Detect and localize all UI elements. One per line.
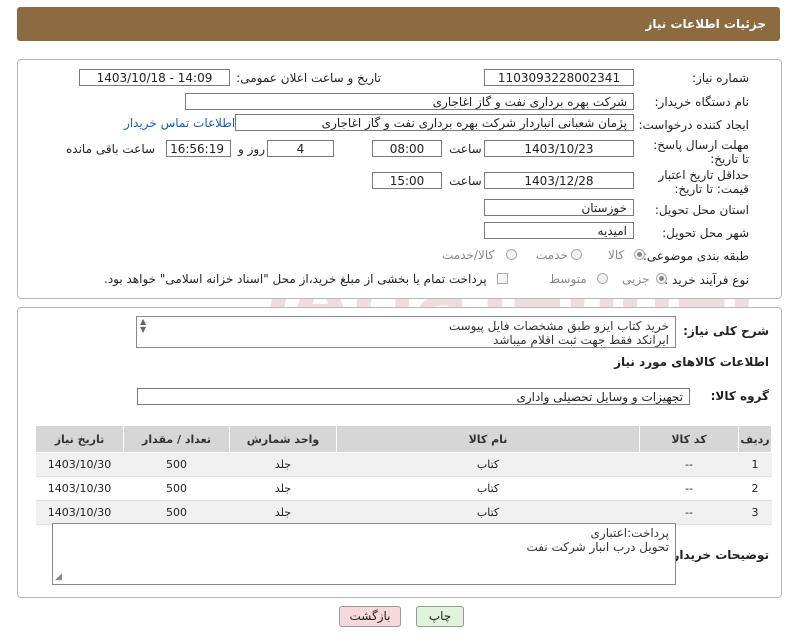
days-label: روز و bbox=[238, 142, 265, 156]
process-radio-medium[interactable] bbox=[597, 273, 608, 284]
description-line-2: ایرانکد فقط جهت ثبت اقلام میباشد bbox=[493, 333, 669, 347]
city-label: شهر محل تحویل: bbox=[662, 226, 749, 240]
col-unit-header: واحد شمارش bbox=[229, 425, 337, 453]
buyer-notes-line-1: پرداخت:اعتباری bbox=[590, 526, 669, 540]
cell-name: کتاب bbox=[336, 452, 640, 477]
buyer-notes-label: توضیحات خریدار: bbox=[667, 548, 769, 562]
province-label: استان محل تحویل: bbox=[654, 203, 749, 217]
goods-group-field[interactable]: تجهیزات و وسایل تحصیلی واداری bbox=[137, 388, 690, 405]
table-header-row: ردیف کد کالا نام کالا واحد شمارش تعداد /… bbox=[35, 425, 772, 453]
buyer-label: نام دستگاه خریدار: bbox=[654, 95, 750, 109]
cell-qty: 500 bbox=[123, 452, 230, 477]
process-option-medium: متوسط bbox=[549, 272, 587, 286]
treasury-note: پرداخت تمام یا بخشی از مبلغ خرید،از محل … bbox=[104, 272, 487, 286]
cell-row: 3 bbox=[738, 500, 772, 525]
cell-row: 2 bbox=[738, 476, 772, 501]
col-name-header: نام کالا bbox=[336, 425, 640, 453]
goods-section-title: اطلاعات کالاهای مورد نیاز bbox=[614, 355, 769, 369]
cell-date: 1403/10/30 bbox=[35, 500, 124, 525]
col-qty-header: تعداد / مقدار bbox=[123, 425, 230, 453]
buyer-contact-link[interactable]: اطلاعات تماس خریدار bbox=[124, 116, 235, 130]
category-option-goods: کالا bbox=[608, 248, 625, 262]
description-line-1: خرید کتاب ایزو طبق مشخصات فایل پیوست bbox=[448, 319, 669, 333]
table-row[interactable]: 3 -- کتاب جلد 500 1403/10/30 bbox=[35, 500, 772, 525]
days-remaining-field[interactable]: 4 bbox=[267, 140, 334, 157]
price-time-label: ساعت bbox=[449, 174, 482, 188]
cell-row: 1 bbox=[738, 452, 772, 477]
process-label: نوع فرآیند خرید : bbox=[664, 273, 749, 287]
creator-label: ایجاد کننده درخواست: bbox=[638, 118, 749, 132]
reply-time-field[interactable]: 08:00 bbox=[372, 140, 442, 157]
cell-qty: 500 bbox=[123, 476, 230, 501]
page-header: جزئیات اطلاعات نیاز bbox=[17, 7, 780, 41]
remaining-label: ساعت باقی مانده bbox=[66, 142, 156, 156]
description-textarea[interactable]: خرید کتاب ایزو طبق مشخصات فایل پیوست ایر… bbox=[136, 316, 676, 348]
reply-deadline-label: مهلت ارسال پاسخ: تا تاریخ: bbox=[653, 138, 749, 166]
cell-unit: جلد bbox=[229, 452, 337, 477]
category-radio-goods[interactable] bbox=[634, 249, 645, 260]
cell-name: کتاب bbox=[336, 500, 640, 525]
price-deadline-label: حداقل تاریخ اعتبار قیمت: تا تاریخ: bbox=[658, 168, 749, 196]
announce-label: تاریخ و ساعت اعلان عمومی: bbox=[236, 71, 381, 85]
remaining-time-field[interactable]: 16:56:19 bbox=[166, 140, 231, 157]
city-field[interactable]: امیدیه bbox=[484, 222, 634, 239]
print-button[interactable]: چاپ bbox=[416, 606, 464, 627]
cell-date: 1403/10/30 bbox=[35, 476, 124, 501]
province-field[interactable]: خوزستان bbox=[484, 199, 634, 216]
reply-time-label: ساعت bbox=[449, 142, 482, 156]
cell-name: کتاب bbox=[336, 476, 640, 501]
col-row-header: ردیف bbox=[738, 425, 772, 453]
process-radio-minor[interactable] bbox=[656, 273, 667, 284]
treasury-checkbox[interactable] bbox=[497, 273, 508, 284]
price-date-field[interactable]: 1403/12/28 bbox=[484, 172, 634, 189]
table-row[interactable]: 1 -- کتاب جلد 500 1403/10/30 bbox=[35, 452, 772, 477]
creator-field[interactable]: پژمان شعبانی انباردار شرکت بهره برداری ن… bbox=[235, 114, 634, 131]
table-row[interactable]: 2 -- کتاب جلد 500 1403/10/30 bbox=[35, 476, 772, 501]
cell-unit: جلد bbox=[229, 476, 337, 501]
buyer-notes-line-2: تحویل درب انبار شرکت نفت bbox=[526, 540, 669, 554]
goods-table: ردیف کد کالا نام کالا واحد شمارش تعداد /… bbox=[35, 425, 772, 525]
category-option-both: کالا/خدمت bbox=[442, 248, 495, 262]
back-button[interactable]: بازگشت bbox=[339, 606, 401, 627]
process-option-minor: جزیی bbox=[622, 272, 650, 286]
col-code-header: کد کالا bbox=[639, 425, 739, 453]
need-number-label: شماره نیاز: bbox=[692, 71, 749, 85]
cell-unit: جلد bbox=[229, 500, 337, 525]
goods-group-label: گروه کالا: bbox=[710, 389, 769, 403]
buyer-field[interactable]: شرکت بهره برداری نفت و گاز اغاجاری bbox=[185, 93, 634, 110]
col-date-header: تاریخ نیاز bbox=[35, 425, 124, 453]
need-number-field[interactable]: 1103093228002341 bbox=[484, 69, 634, 86]
category-radio-both[interactable] bbox=[506, 249, 517, 260]
buyer-notes-textarea[interactable]: پرداخت:اعتباری تحویل درب انبار شرکت نفت bbox=[52, 523, 676, 585]
announce-datetime-field[interactable]: 1403/10/18 - 14:09 bbox=[79, 69, 230, 86]
page-title: جزئیات اطلاعات نیاز bbox=[645, 17, 766, 31]
cell-code: -- bbox=[639, 476, 739, 501]
reply-date-field[interactable]: 1403/10/23 bbox=[484, 140, 634, 157]
resize-handle-icon[interactable]: ◢ bbox=[55, 572, 62, 582]
category-label: طبقه بندی موضوعی: bbox=[642, 249, 749, 263]
cell-date: 1403/10/30 bbox=[35, 452, 124, 477]
category-radio-service[interactable] bbox=[571, 249, 582, 260]
textarea-scroll-icon[interactable]: ▲ ▼ bbox=[140, 318, 146, 334]
cell-qty: 500 bbox=[123, 500, 230, 525]
category-option-service: خدمت bbox=[536, 248, 568, 262]
cell-code: -- bbox=[639, 452, 739, 477]
description-label: شرح کلی نیاز: bbox=[683, 324, 769, 338]
cell-code: -- bbox=[639, 500, 739, 525]
price-time-field[interactable]: 15:00 bbox=[372, 172, 442, 189]
